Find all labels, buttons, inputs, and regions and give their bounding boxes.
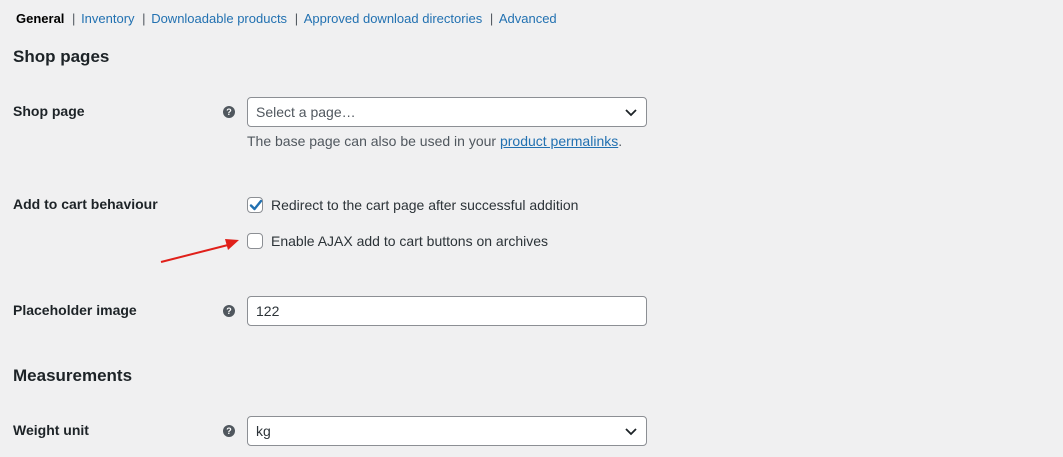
help-icon[interactable]: ? bbox=[223, 305, 235, 317]
shop-page-description: The base page can also be used in your p… bbox=[247, 132, 622, 150]
enable-ajax-option[interactable]: Enable AJAX add to cart buttons on archi… bbox=[247, 232, 548, 250]
help-icon[interactable]: ? bbox=[223, 425, 235, 437]
redirect-to-cart-option[interactable]: Redirect to the cart page after successf… bbox=[247, 196, 578, 214]
weight-unit-label: Weight unit bbox=[13, 422, 89, 438]
section-heading-measurements: Measurements bbox=[13, 366, 133, 385]
weight-unit-select[interactable]: kg bbox=[247, 416, 647, 446]
shop-page-description-text: The base page can also be used in your bbox=[247, 133, 500, 149]
tab-separator: | bbox=[294, 11, 299, 26]
tab-advanced[interactable]: Advanced bbox=[499, 10, 557, 27]
weight-unit-select-value: kg bbox=[256, 423, 271, 439]
chevron-down-icon bbox=[625, 109, 637, 117]
tab-approved-download-directories[interactable]: Approved download directories bbox=[304, 10, 483, 27]
enable-ajax-label: Enable AJAX add to cart buttons on archi… bbox=[271, 233, 549, 249]
tab-separator: | bbox=[489, 11, 494, 26]
shop-page-description-end: . bbox=[618, 133, 623, 149]
annotation-arrow-icon bbox=[160, 239, 239, 263]
placeholder-image-label: Placeholder image bbox=[13, 302, 137, 318]
shop-page-select-placeholder: Select a page… bbox=[256, 104, 356, 120]
shop-page-select[interactable]: Select a page… bbox=[247, 97, 647, 127]
chevron-down-icon bbox=[625, 428, 637, 436]
redirect-to-cart-label: Redirect to the cart page after successf… bbox=[271, 197, 579, 213]
placeholder-image-input[interactable]: 122 bbox=[247, 296, 647, 326]
product-permalinks-link[interactable]: product permalinks bbox=[500, 133, 618, 149]
settings-page: General | Inventory | Downloadable produ… bbox=[0, 0, 1063, 457]
